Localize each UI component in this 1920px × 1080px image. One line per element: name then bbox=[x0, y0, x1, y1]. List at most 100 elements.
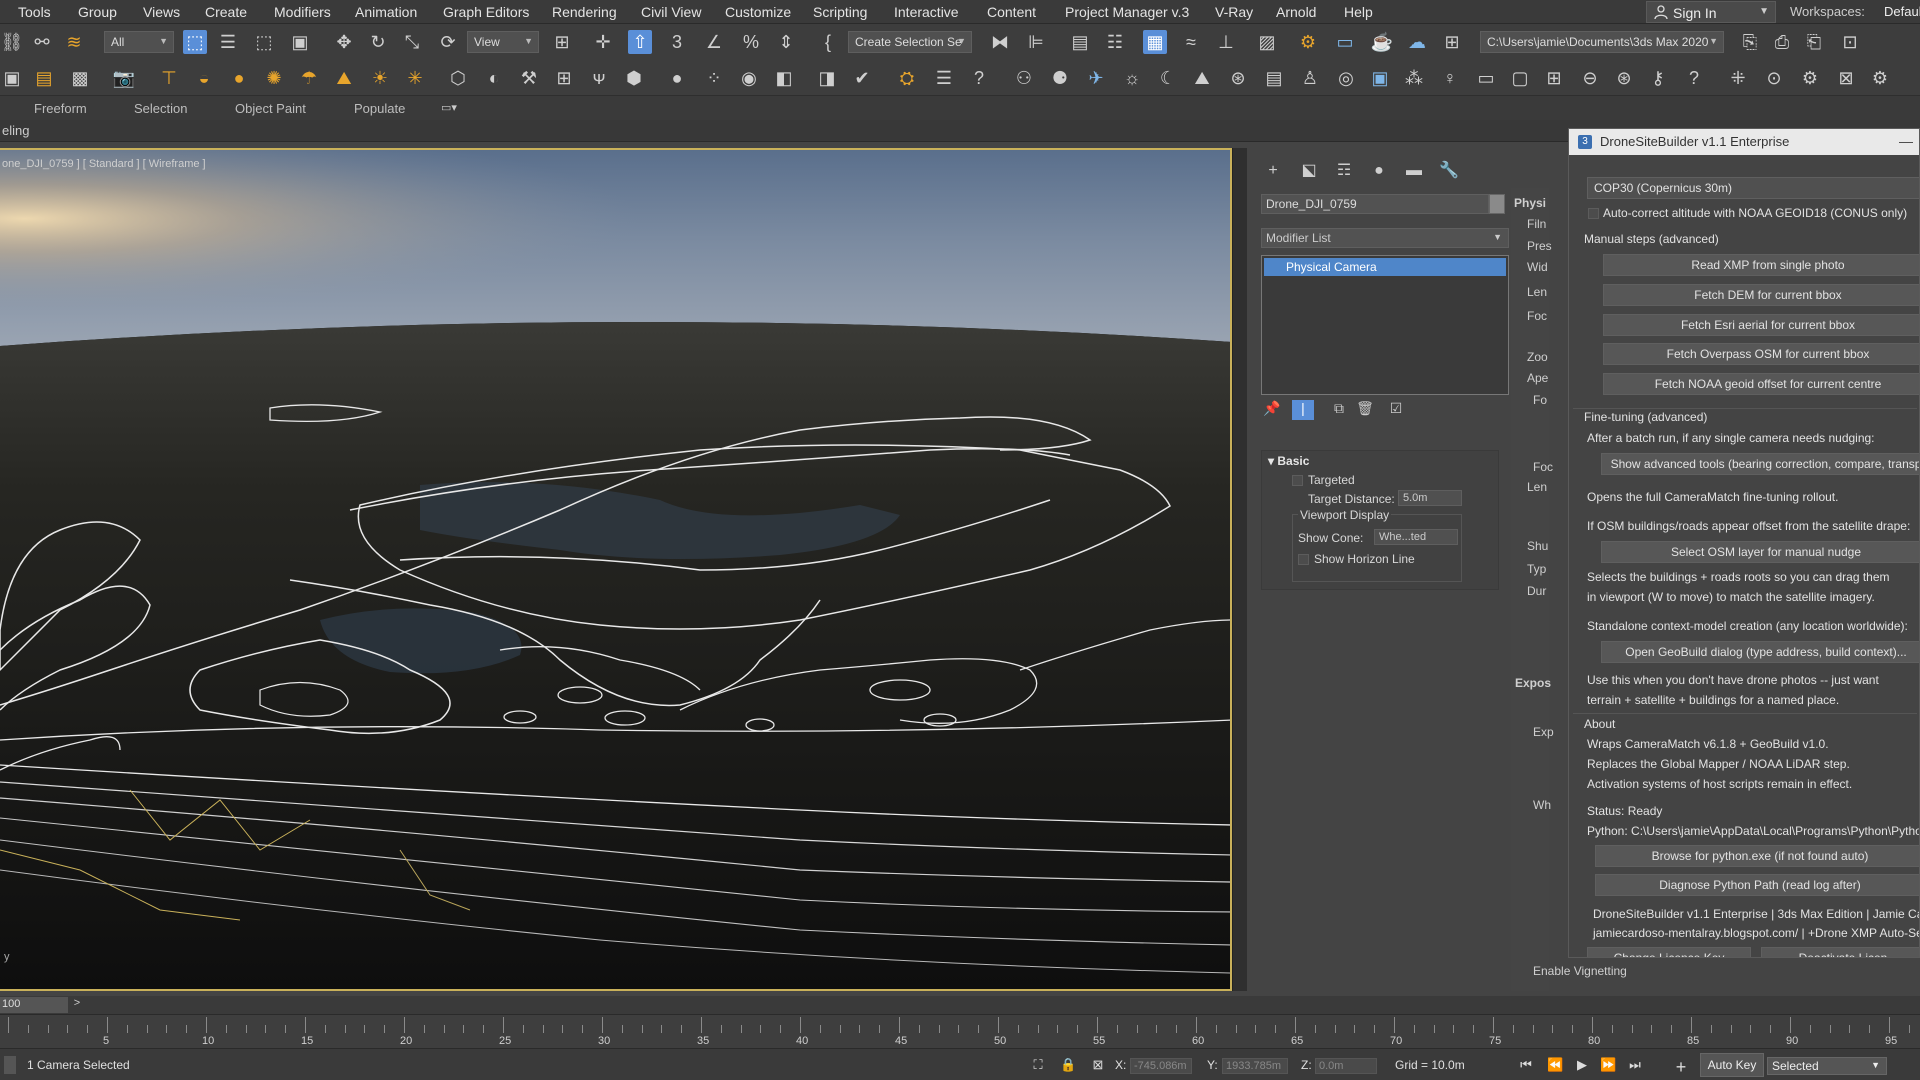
menu-project-manager[interactable]: Project Manager v.3 bbox=[1065, 4, 1189, 20]
change-licence-button[interactable]: Change Licence Key bbox=[1587, 947, 1751, 957]
ribbon-tab-selection[interactable]: Selection bbox=[134, 101, 187, 116]
align-icon[interactable]: ⊫ bbox=[1024, 30, 1048, 54]
layer-explorer-icon[interactable]: ☷ bbox=[1103, 30, 1127, 54]
arnold-settings-icon[interactable]: ✔ bbox=[850, 66, 874, 90]
moon-icon[interactable]: ☾ bbox=[1156, 66, 1180, 90]
arnold-skydome-icon[interactable]: ⛭ bbox=[895, 66, 919, 90]
transform-icon[interactable]: ⚙ bbox=[1798, 66, 1822, 90]
batch-render-icon[interactable]: ⚇ bbox=[1012, 66, 1036, 90]
project-save-icon[interactable]: ⎙ bbox=[1770, 30, 1794, 54]
arnold-render-view-icon[interactable]: ◨ bbox=[815, 66, 839, 90]
trackbar[interactable]: 5 10 15 20 25 30 35 40 45 50 55 60 65 70 75 80 85 90 95 bbox=[0, 1014, 1920, 1048]
x-coordinate-field[interactable]: -745.086m bbox=[1130, 1058, 1192, 1074]
menu-vray[interactable]: V-Ray bbox=[1215, 4, 1253, 20]
menu-graph-editors[interactable]: Graph Editors bbox=[443, 4, 529, 20]
vray-render-icon[interactable]: ▩ bbox=[68, 66, 92, 90]
lamp-icon[interactable]: ♙ bbox=[1298, 66, 1322, 90]
selection-lock-icon[interactable]: 🔒 bbox=[1060, 1057, 1076, 1073]
viewport-layout-icon[interactable]: ▢ bbox=[1508, 66, 1532, 90]
isolate-selection-icon[interactable]: ⛶ bbox=[1030, 1057, 1046, 1073]
physical-rollout-title[interactable]: Physi bbox=[1514, 196, 1546, 210]
fetch-esri-button[interactable]: Fetch Esri aerial for current bbox bbox=[1603, 314, 1919, 336]
a360-icon[interactable]: ⊞ bbox=[1440, 30, 1464, 54]
next-frame-icon[interactable]: ⏩ bbox=[1600, 1057, 1616, 1073]
menu-modifiers[interactable]: Modifiers bbox=[274, 4, 331, 20]
unlink-icon[interactable]: ⚯ bbox=[30, 30, 54, 54]
set-key-icon[interactable]: + bbox=[1673, 1057, 1689, 1077]
key-filter-dropdown[interactable]: Selected ▼ bbox=[1767, 1057, 1887, 1075]
selection-filter-dropdown[interactable]: All ▼ bbox=[104, 31, 174, 53]
show-end-result-icon[interactable]: | bbox=[1292, 400, 1314, 420]
grid-icon[interactable]: ⊞ bbox=[1542, 66, 1566, 90]
select-osm-layer-button[interactable]: Select OSM layer for manual nudge bbox=[1601, 541, 1919, 563]
maxscript-listener-icon[interactable] bbox=[4, 1056, 16, 1074]
arnold-log-icon[interactable]: ☰ bbox=[932, 66, 956, 90]
keyboard-shortcut-override-icon[interactable]: ⇧ bbox=[628, 30, 652, 54]
material-icon[interactable]: ⬢ bbox=[622, 66, 646, 90]
next-frame-button[interactable]: > bbox=[70, 997, 84, 1013]
spinner-snap-icon[interactable]: ⇕ bbox=[774, 30, 798, 54]
named-selection-dropdown[interactable]: Create Selection Se ▼ bbox=[848, 31, 972, 53]
ribbon-tab-object-paint[interactable]: Object Paint bbox=[235, 101, 306, 116]
ribbon-tab-populate[interactable]: Populate bbox=[354, 101, 405, 116]
curve-editor-icon[interactable]: ≈ bbox=[1179, 30, 1203, 54]
pin-stack-icon[interactable]: 📌 bbox=[1261, 400, 1283, 420]
reference-coord-dropdown[interactable]: View ▼ bbox=[467, 31, 539, 53]
menu-views[interactable]: Views bbox=[143, 4, 180, 20]
mirror-icon[interactable]: ⧓ bbox=[988, 30, 1012, 54]
sun-icon[interactable]: ☀ bbox=[368, 66, 392, 90]
vray-light-icon[interactable]: ⊤ bbox=[157, 66, 181, 90]
dome-light-icon[interactable]: ◒ bbox=[192, 66, 216, 90]
targeted-checkbox[interactable] bbox=[1292, 475, 1303, 486]
pivot-center-icon[interactable]: ⊞ bbox=[550, 30, 574, 54]
menu-interactive[interactable]: Interactive bbox=[894, 4, 959, 20]
deactivate-licence-button[interactable]: Deactivate Licen bbox=[1761, 947, 1919, 957]
place-icon[interactable]: ⟳ bbox=[436, 30, 460, 54]
make-unique-icon[interactable]: ⧉ bbox=[1328, 400, 1350, 420]
help-icon[interactable]: ? bbox=[967, 66, 991, 90]
lock-icon[interactable]: ⚷ bbox=[1646, 66, 1670, 90]
ribbon-tab-freeform[interactable]: Freeform bbox=[34, 101, 87, 116]
menu-scripting[interactable]: Scripting bbox=[813, 4, 867, 20]
rotate-icon[interactable]: ↻ bbox=[366, 30, 390, 54]
rendered-frame-window-icon[interactable]: ▭ bbox=[1333, 30, 1357, 54]
arnold-particles-icon[interactable]: ⁘ bbox=[702, 66, 726, 90]
ambient-light-icon[interactable]: ⛰ bbox=[332, 66, 356, 90]
show-horizon-checkbox[interactable] bbox=[1298, 554, 1309, 565]
script-icon[interactable]: ▤ bbox=[1262, 66, 1286, 90]
window-icon[interactable]: ▭ bbox=[1474, 66, 1498, 90]
basic-rollout-title[interactable]: ▾ Basic bbox=[1268, 454, 1309, 468]
modify-tab-icon[interactable]: ⬕ bbox=[1298, 160, 1320, 182]
go-to-start-icon[interactable]: ⏮ bbox=[1518, 1057, 1534, 1073]
viewport-label[interactable]: one_DJI_0759 ] [ Standard ] [ Wireframe … bbox=[2, 158, 206, 170]
ribbon-options-icon[interactable]: ▭▾ bbox=[441, 101, 469, 115]
snap-icon[interactable]: ⁜ bbox=[1726, 66, 1750, 90]
target-distance-spinner[interactable]: 5.0m bbox=[1398, 490, 1462, 506]
scatter-icon[interactable]: ⊛ bbox=[1226, 66, 1250, 90]
fetch-dem-button[interactable]: Fetch DEM for current bbox bbox=[1603, 284, 1919, 306]
project-open-icon[interactable]: ⎘ bbox=[1738, 30, 1762, 54]
drone-icon[interactable]: ✈ bbox=[1084, 66, 1108, 90]
project-settings-icon[interactable]: ⊡ bbox=[1838, 30, 1862, 54]
menu-help[interactable]: Help bbox=[1344, 4, 1373, 20]
render-cloud-icon[interactable]: ☁ bbox=[1405, 30, 1429, 54]
render-icon[interactable]: ◎ bbox=[1334, 66, 1358, 90]
bulb-icon[interactable]: ♀ bbox=[1438, 66, 1462, 90]
z-coordinate-field[interactable]: 0.0m bbox=[1315, 1058, 1377, 1074]
utilities-tab-icon[interactable]: 🔧 bbox=[1438, 160, 1460, 182]
network-icon[interactable]: ⁂ bbox=[1402, 66, 1426, 90]
menu-create[interactable]: Create bbox=[205, 4, 247, 20]
menu-group[interactable]: Group bbox=[78, 4, 117, 20]
spot-light-icon[interactable]: ☂ bbox=[297, 66, 321, 90]
menu-content[interactable]: Content bbox=[987, 4, 1036, 20]
settings-icon[interactable]: ⚙ bbox=[1868, 66, 1892, 90]
object-name-field[interactable]: Drone_DJI_0759 bbox=[1261, 194, 1489, 214]
project-folder-dropdown[interactable]: C:\Users\jamie\Documents\3ds Max 2020 ▼ bbox=[1480, 31, 1724, 53]
browse-python-button[interactable]: Browse for python.exe (if not found auto… bbox=[1595, 845, 1919, 867]
menu-arnold[interactable]: Arnold bbox=[1276, 4, 1316, 20]
material-editor-icon[interactable]: ▨ bbox=[1255, 30, 1279, 54]
snaps-toggle-icon[interactable]: 3 bbox=[665, 30, 689, 54]
edit-named-selection-icon[interactable]: { bbox=[816, 30, 840, 54]
arnold-light-icon[interactable]: ◉ bbox=[737, 66, 761, 90]
viewport[interactable]: one_DJI_0759 ] [ Standard ] [ Wireframe … bbox=[0, 148, 1232, 991]
